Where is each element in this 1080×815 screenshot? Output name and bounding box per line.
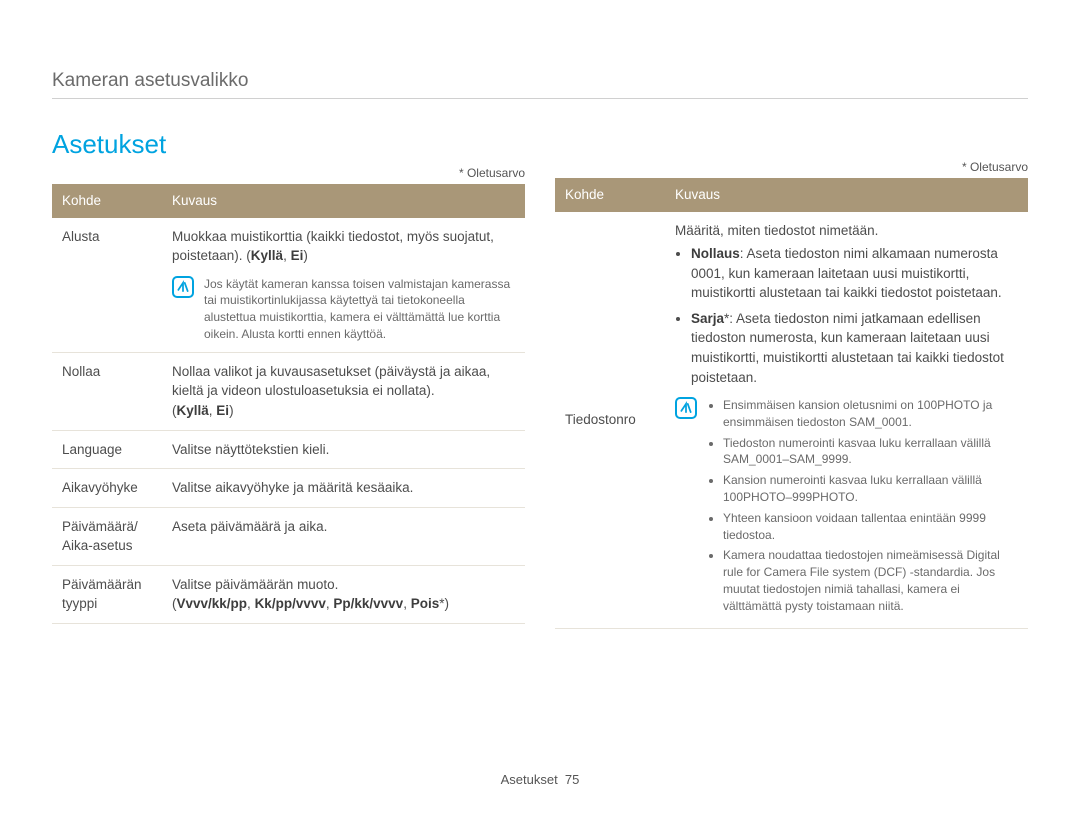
note-box: Jos käytät kameran kanssa toisen valmist… [172,276,515,343]
row-desc-aikavyohyke: Valitse aikavyöhyke ja määritä kesäaika. [162,469,525,508]
note-box: Ensimmäisen kansion oletusnimi on 100PHO… [675,397,1018,619]
desc-text: Muokkaa muistikorttia (kaikki tiedostot,… [172,229,494,264]
note-item: Ensimmäisen kansion oletusnimi on 100PHO… [723,397,1018,431]
table-row: Päivämäärän tyyppi Valitse päivämäärän m… [52,565,525,623]
list-item: Sarja*: Aseta tiedoston nimi jatkamaan e… [691,309,1018,387]
row-desc-tiedostonro: Määritä, miten tiedostot nimetään. Nolla… [665,212,1028,629]
row-label-nollaa: Nollaa [52,352,162,430]
row-label-tiedostonro: Tiedostonro [555,212,665,629]
table-row: Päivämäärä/ Aika-asetus Aseta päivämäärä… [52,507,525,565]
row-desc-pvm-aika: Aseta päivämäärä ja aika. [162,507,525,565]
row-label-pvm-tyyppi: Päivämäärän tyyppi [52,565,162,623]
table-row: Nollaa Nollaa valikot ja kuvausasetukset… [52,352,525,430]
row-label-alusta: Alusta [52,218,162,353]
desc-text: Nollaa valikot ja kuvausasetukset (päivä… [172,362,515,401]
settings-table-left: Kohde Kuvaus Alusta Muokkaa muistikortti… [52,184,525,624]
page-footer: Asetukset 75 [0,772,1080,787]
row-desc-alusta: Muokkaa muistikorttia (kaikki tiedostot,… [162,218,525,353]
settings-table-right: Kohde Kuvaus Tiedostonro Määritä, miten … [555,178,1028,629]
sep: , [283,248,291,263]
option: Pois [411,596,440,611]
note-item: Yhteen kansioon voidaan tallentaa enintä… [723,510,1018,544]
row-desc-pvm-tyyppi: Valitse päivämäärän muoto. (Vvvv/kk/pp, … [162,565,525,623]
desc-text: Määritä, miten tiedostot nimetään. [675,221,1018,241]
left-column: Asetukset * Oletusarvo Kohde Kuvaus Alus… [52,129,525,629]
option-ei: Ei [291,248,304,263]
footer-section: Asetukset [501,772,558,787]
row-label-aikavyohyke: Aikavyöhyke [52,469,162,508]
two-column-layout: Asetukset * Oletusarvo Kohde Kuvaus Alus… [52,129,1028,629]
table-row: Aikavyöhyke Valitse aikavyöhyke ja määri… [52,469,525,508]
close-paren: ) [229,403,234,418]
desc-text: : Aseta tiedoston nimi jatkamaan edellis… [691,311,1004,385]
col-header-kohde: Kohde [555,178,665,212]
table-row: Alusta Muokkaa muistikorttia (kaikki tie… [52,218,525,353]
row-label-language: Language [52,430,162,469]
desc-text: Valitse päivämäärän muoto. [172,575,515,595]
note-icon [675,397,697,419]
note-icon [172,276,194,298]
option: Kk/pp/vvvv [255,596,326,611]
option-sarja: Sarja [691,311,724,326]
divider [52,98,1028,99]
note-text: Ensimmäisen kansion oletusnimi on 100PHO… [707,397,1018,619]
close-paren: ) [303,248,308,263]
col-header-kuvaus: Kuvaus [162,184,525,218]
table-row: Tiedostonro Määritä, miten tiedostot nim… [555,212,1028,629]
right-column: * Oletusarvo Kohde Kuvaus Tiedostonro Mä… [555,129,1028,629]
option: Pp/kk/vvvv [333,596,403,611]
default-value-note: * Oletusarvo [555,160,1028,174]
option-nollaus: Nollaus [691,246,740,261]
option-list: Nollaus: Aseta tiedoston nimi alkamaan n… [675,244,1018,387]
manual-page: Kameran asetusvalikko Asetukset * Oletus… [0,0,1080,815]
page-title: Asetukset [52,129,525,160]
option: Vvvv/kk/pp [177,596,248,611]
option-kylla: Kyllä [177,403,209,418]
list-item: Nollaus: Aseta tiedoston nimi alkamaan n… [691,244,1018,303]
col-header-kuvaus: Kuvaus [665,178,1028,212]
table-row: Language Valitse näyttötekstien kieli. [52,430,525,469]
note-item: Kamera noudattaa tiedostojen nimeämisess… [723,547,1018,614]
sep: , [247,596,255,611]
close-paren: ) [444,596,449,611]
default-value-note: * Oletusarvo [52,166,525,180]
breadcrumb: Kameran asetusvalikko [52,70,1028,92]
note-item: Tiedoston numerointi kasvaa luku kerrall… [723,435,1018,469]
note-item: Kansion numerointi kasvaa luku kerrallaa… [723,472,1018,506]
row-desc-nollaa: Nollaa valikot ja kuvausasetukset (päivä… [162,352,525,430]
sep: , [403,596,411,611]
col-header-kohde: Kohde [52,184,162,218]
row-desc-language: Valitse näyttötekstien kieli. [162,430,525,469]
option-ei: Ei [216,403,229,418]
page-number: 75 [565,772,579,787]
option-kylla: Kyllä [251,248,283,263]
row-label-pvm-aika: Päivämäärä/ Aika-asetus [52,507,162,565]
note-text: Jos käytät kameran kanssa toisen valmist… [204,276,515,343]
